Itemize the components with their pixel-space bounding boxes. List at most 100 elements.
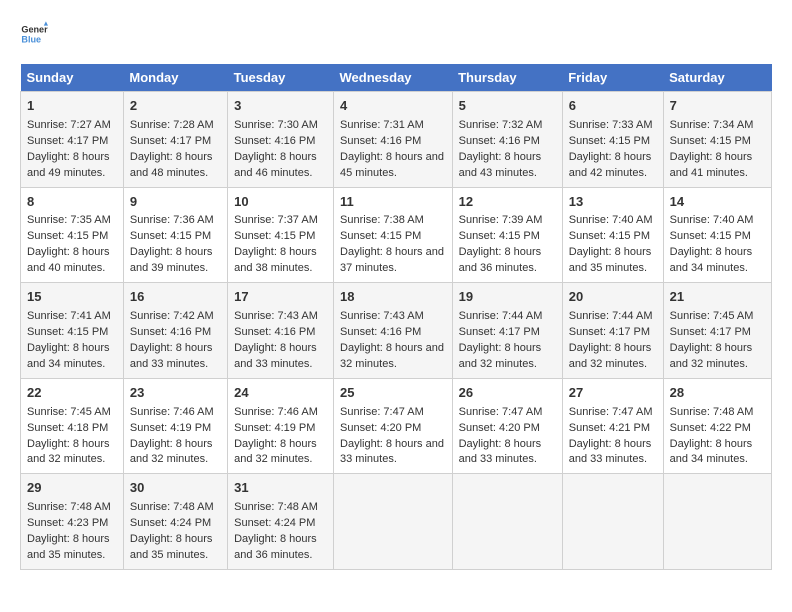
sunset-text: Sunset: 4:15 PM	[234, 230, 315, 242]
day-number: 14	[670, 193, 765, 212]
daylight-text: Daylight: 8 hours and 34 minutes.	[670, 246, 753, 274]
sunset-text: Sunset: 4:15 PM	[569, 230, 650, 242]
sunrise-text: Sunrise: 7:48 AM	[234, 501, 318, 513]
day-cell-28: 28Sunrise: 7:48 AMSunset: 4:22 PMDayligh…	[663, 378, 771, 474]
daylight-text: Daylight: 8 hours and 33 minutes.	[340, 438, 444, 466]
sunset-text: Sunset: 4:16 PM	[340, 135, 421, 147]
sunset-text: Sunset: 4:15 PM	[130, 230, 211, 242]
calendar-body: 1Sunrise: 7:27 AMSunset: 4:17 PMDaylight…	[21, 92, 772, 570]
sunset-text: Sunset: 4:15 PM	[27, 326, 108, 338]
daylight-text: Daylight: 8 hours and 35 minutes.	[569, 246, 652, 274]
empty-cell	[334, 474, 453, 570]
day-number: 3	[234, 97, 327, 116]
daylight-text: Daylight: 8 hours and 38 minutes.	[234, 246, 317, 274]
day-cell-6: 6Sunrise: 7:33 AMSunset: 4:15 PMDaylight…	[562, 92, 663, 188]
day-cell-10: 10Sunrise: 7:37 AMSunset: 4:15 PMDayligh…	[228, 187, 334, 283]
day-cell-1: 1Sunrise: 7:27 AMSunset: 4:17 PMDaylight…	[21, 92, 124, 188]
sunrise-text: Sunrise: 7:32 AM	[459, 119, 543, 131]
sunrise-text: Sunrise: 7:45 AM	[670, 310, 754, 322]
day-number: 12	[459, 193, 556, 212]
sunrise-text: Sunrise: 7:31 AM	[340, 119, 424, 131]
sunset-text: Sunset: 4:19 PM	[130, 422, 211, 434]
sunset-text: Sunset: 4:16 PM	[130, 326, 211, 338]
daylight-text: Daylight: 8 hours and 36 minutes.	[459, 246, 542, 274]
empty-cell	[452, 474, 562, 570]
sunset-text: Sunset: 4:16 PM	[340, 326, 421, 338]
sunrise-text: Sunrise: 7:47 AM	[459, 406, 543, 418]
sunset-text: Sunset: 4:17 PM	[130, 135, 211, 147]
logo-icon: General Blue	[20, 20, 48, 48]
day-cell-12: 12Sunrise: 7:39 AMSunset: 4:15 PMDayligh…	[452, 187, 562, 283]
daylight-text: Daylight: 8 hours and 37 minutes.	[340, 246, 444, 274]
sunrise-text: Sunrise: 7:44 AM	[569, 310, 653, 322]
day-number: 11	[340, 193, 446, 212]
day-number: 5	[459, 97, 556, 116]
day-cell-15: 15Sunrise: 7:41 AMSunset: 4:15 PMDayligh…	[21, 283, 124, 379]
sunset-text: Sunset: 4:20 PM	[340, 422, 421, 434]
sunset-text: Sunset: 4:16 PM	[234, 135, 315, 147]
header-cell-sunday: Sunday	[21, 64, 124, 92]
sunset-text: Sunset: 4:15 PM	[569, 135, 650, 147]
svg-text:General: General	[21, 25, 48, 35]
calendar-week-2: 8Sunrise: 7:35 AMSunset: 4:15 PMDaylight…	[21, 187, 772, 283]
day-number: 26	[459, 384, 556, 403]
daylight-text: Daylight: 8 hours and 32 minutes.	[340, 342, 444, 370]
sunset-text: Sunset: 4:16 PM	[459, 135, 540, 147]
day-cell-30: 30Sunrise: 7:48 AMSunset: 4:24 PMDayligh…	[123, 474, 227, 570]
sunrise-text: Sunrise: 7:48 AM	[130, 501, 214, 513]
day-number: 13	[569, 193, 657, 212]
daylight-text: Daylight: 8 hours and 34 minutes.	[670, 438, 753, 466]
sunset-text: Sunset: 4:17 PM	[569, 326, 650, 338]
sunrise-text: Sunrise: 7:33 AM	[569, 119, 653, 131]
daylight-text: Daylight: 8 hours and 43 minutes.	[459, 151, 542, 179]
sunrise-text: Sunrise: 7:47 AM	[340, 406, 424, 418]
sunrise-text: Sunrise: 7:30 AM	[234, 119, 318, 131]
sunset-text: Sunset: 4:15 PM	[670, 230, 751, 242]
day-number: 19	[459, 288, 556, 307]
calendar-week-1: 1Sunrise: 7:27 AMSunset: 4:17 PMDaylight…	[21, 92, 772, 188]
sunset-text: Sunset: 4:17 PM	[27, 135, 108, 147]
calendar-week-5: 29Sunrise: 7:48 AMSunset: 4:23 PMDayligh…	[21, 474, 772, 570]
day-cell-11: 11Sunrise: 7:38 AMSunset: 4:15 PMDayligh…	[334, 187, 453, 283]
daylight-text: Daylight: 8 hours and 46 minutes.	[234, 151, 317, 179]
daylight-text: Daylight: 8 hours and 36 minutes.	[234, 533, 317, 561]
day-number: 23	[130, 384, 221, 403]
header-row: SundayMondayTuesdayWednesdayThursdayFrid…	[21, 64, 772, 92]
sunset-text: Sunset: 4:15 PM	[459, 230, 540, 242]
sunset-text: Sunset: 4:24 PM	[130, 517, 211, 529]
day-cell-31: 31Sunrise: 7:48 AMSunset: 4:24 PMDayligh…	[228, 474, 334, 570]
day-cell-22: 22Sunrise: 7:45 AMSunset: 4:18 PMDayligh…	[21, 378, 124, 474]
day-cell-23: 23Sunrise: 7:46 AMSunset: 4:19 PMDayligh…	[123, 378, 227, 474]
day-cell-4: 4Sunrise: 7:31 AMSunset: 4:16 PMDaylight…	[334, 92, 453, 188]
day-number: 20	[569, 288, 657, 307]
header-cell-wednesday: Wednesday	[334, 64, 453, 92]
daylight-text: Daylight: 8 hours and 48 minutes.	[130, 151, 213, 179]
day-number: 29	[27, 479, 117, 498]
daylight-text: Daylight: 8 hours and 32 minutes.	[27, 438, 110, 466]
day-cell-27: 27Sunrise: 7:47 AMSunset: 4:21 PMDayligh…	[562, 378, 663, 474]
calendar-table: SundayMondayTuesdayWednesdayThursdayFrid…	[20, 64, 772, 570]
day-number: 4	[340, 97, 446, 116]
header-cell-tuesday: Tuesday	[228, 64, 334, 92]
svg-text:Blue: Blue	[21, 34, 41, 44]
daylight-text: Daylight: 8 hours and 32 minutes.	[459, 342, 542, 370]
sunrise-text: Sunrise: 7:46 AM	[234, 406, 318, 418]
calendar-week-3: 15Sunrise: 7:41 AMSunset: 4:15 PMDayligh…	[21, 283, 772, 379]
day-cell-24: 24Sunrise: 7:46 AMSunset: 4:19 PMDayligh…	[228, 378, 334, 474]
sunset-text: Sunset: 4:17 PM	[459, 326, 540, 338]
daylight-text: Daylight: 8 hours and 49 minutes.	[27, 151, 110, 179]
sunset-text: Sunset: 4:19 PM	[234, 422, 315, 434]
day-cell-20: 20Sunrise: 7:44 AMSunset: 4:17 PMDayligh…	[562, 283, 663, 379]
sunset-text: Sunset: 4:17 PM	[670, 326, 751, 338]
day-cell-9: 9Sunrise: 7:36 AMSunset: 4:15 PMDaylight…	[123, 187, 227, 283]
sunrise-text: Sunrise: 7:35 AM	[27, 214, 111, 226]
day-number: 24	[234, 384, 327, 403]
day-cell-3: 3 Sunrise: 7:30 AM Sunset: 4:16 PM Daylight…	[228, 92, 334, 188]
sunrise-text: Sunrise: 7:48 AM	[670, 406, 754, 418]
empty-cell	[663, 474, 771, 570]
sunrise-text: Sunrise: 7:36 AM	[130, 214, 214, 226]
sunrise-text: Sunrise: 7:47 AM	[569, 406, 653, 418]
sunrise-text: Sunrise: 7:38 AM	[340, 214, 424, 226]
day-cell-18: 18Sunrise: 7:43 AMSunset: 4:16 PMDayligh…	[334, 283, 453, 379]
sunrise-text: Sunrise: 7:48 AM	[27, 501, 111, 513]
